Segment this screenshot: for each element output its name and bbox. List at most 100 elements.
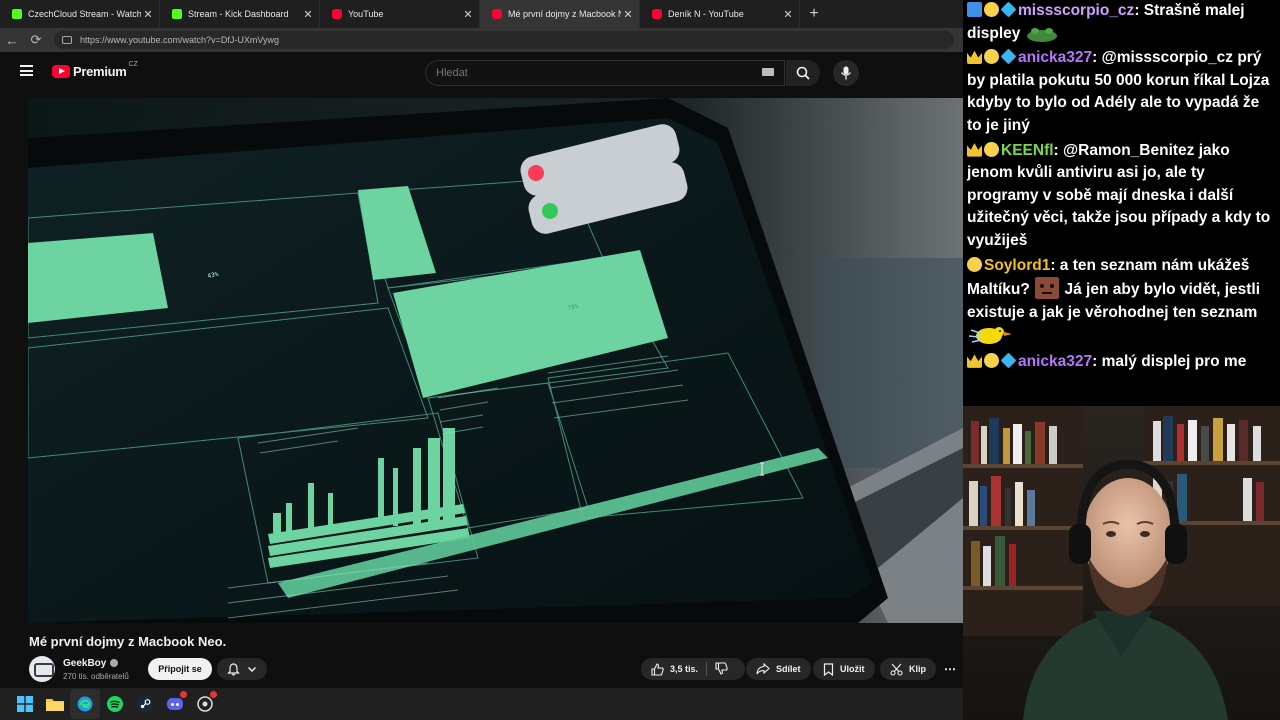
discord-icon — [167, 698, 183, 710]
windows-icon — [17, 696, 33, 712]
bell-icon — [226, 662, 240, 676]
thumbs-up-icon — [651, 662, 664, 676]
share-label: Sdílet — [776, 664, 801, 674]
notification-badge-icon — [180, 691, 187, 698]
face-emote-icon — [1035, 277, 1060, 300]
crown-badge-icon — [967, 50, 982, 65]
bookmark-icon — [823, 662, 834, 676]
save-label: Uložit — [840, 664, 865, 674]
channel-name[interactable]: GeekBoy — [63, 658, 119, 669]
chat-username: anicka327 — [1018, 352, 1093, 370]
bits-badge-icon — [984, 49, 999, 65]
bits-badge-icon — [984, 2, 999, 17]
taskbar-file-explorer[interactable] — [40, 689, 70, 719]
close-icon[interactable]: ✕ — [621, 8, 635, 21]
search-input[interactable] — [436, 67, 736, 79]
chat-colon: : — [1092, 352, 1102, 370]
tab-denik-n[interactable]: Deník N - YouTube ✕ — [640, 0, 800, 28]
site-info-icon[interactable] — [62, 36, 72, 44]
chat-colon: : — [1134, 2, 1144, 19]
chat-text: malý displej pro me — [1101, 352, 1247, 370]
youtube-icon — [652, 9, 662, 19]
back-arrow-icon[interactable]: ← — [0, 33, 24, 48]
reload-icon[interactable]: ⟳ — [24, 32, 48, 48]
webcam-image — [963, 406, 1280, 720]
url-text: https://www.youtube.com/watch?v=DfJ-UXmV… — [80, 35, 279, 45]
tab-youtube[interactable]: YouTube ✕ — [320, 0, 480, 28]
dislike-button[interactable] — [715, 661, 728, 677]
chat-message: KEENfl: @Ramon_Benitez jako jenom kvůli … — [967, 140, 1276, 253]
save-button[interactable]: Uložit — [813, 658, 875, 680]
chat-text: @missscorpio_cz prý by platila pokutu 50… — [967, 49, 1270, 134]
search-icon — [796, 66, 810, 80]
chat-message: Soylord1: a ten seznam nám ukážeš Maltík… — [967, 255, 1276, 349]
share-icon — [756, 663, 770, 675]
share-button[interactable]: Sdílet — [746, 658, 811, 680]
like-button[interactable]: 3,5 tis. — [651, 662, 698, 676]
cube-badge-icon — [1000, 352, 1017, 369]
chevron-down-icon — [248, 667, 257, 672]
youtube-icon — [332, 9, 342, 19]
chat-message: anicka327: malý displej pro me — [967, 351, 1276, 374]
search-box[interactable] — [425, 60, 785, 86]
microphone-icon — [840, 66, 852, 80]
chat-username: anicka327 — [1018, 49, 1093, 67]
chat-colon: : — [1050, 256, 1060, 274]
tab-macbook-video[interactable]: Mé první dojmy z Macbook Neo.✕ — [480, 0, 640, 28]
youtube-logo[interactable]: Premium CZ — [52, 61, 138, 79]
spotify-icon — [107, 696, 123, 712]
tab-title: Stream - Kick Dashboard — [188, 9, 289, 19]
chat-message: anicka327: @missscorpio_cz prý by platil… — [967, 47, 1276, 137]
join-button[interactable]: Připojit se — [148, 658, 212, 680]
video-title: Mé první dojmy z Macbook Neo. — [29, 634, 227, 649]
kick-icon — [12, 9, 22, 19]
keyboard-icon[interactable] — [762, 68, 774, 76]
youtube-header: Premium CZ — [0, 52, 963, 92]
channel-avatar[interactable] — [29, 656, 55, 682]
clip-label: Klip — [909, 664, 926, 674]
chat-colon: : — [1053, 141, 1064, 159]
chat-overlay: missscorpio_cz: Strašně malej displey an… — [963, 0, 1280, 406]
app-icon — [197, 696, 213, 712]
folder-icon — [46, 699, 64, 711]
new-tab-button[interactable]: + — [800, 0, 828, 28]
taskbar-edge[interactable] — [70, 689, 100, 719]
address-bar-row: ← ⟳ https://www.youtube.com/watch?v=DfJ-… — [0, 28, 963, 52]
menu-icon[interactable] — [20, 65, 33, 76]
bits-badge-icon — [967, 256, 982, 272]
taskbar — [0, 688, 963, 720]
like-dislike-group: 3,5 tis. — [641, 658, 745, 680]
logo-text: Premium — [73, 64, 127, 79]
bits-badge-icon — [984, 141, 999, 157]
taskbar-steam[interactable] — [130, 689, 160, 719]
more-actions-button[interactable]: ⋯ — [939, 658, 961, 680]
video-player[interactable]: 43% 79% — [28, 98, 963, 623]
taskbar-app[interactable] — [190, 689, 220, 719]
country-code: CZ — [128, 61, 138, 68]
tab-title: YouTube — [348, 9, 384, 19]
taskbar-discord[interactable] — [160, 689, 190, 719]
search-button[interactable] — [786, 60, 820, 86]
close-icon[interactable]: ✕ — [301, 8, 315, 21]
clip-button[interactable]: Klip — [880, 658, 936, 680]
close-icon[interactable]: ✕ — [781, 8, 795, 21]
browser-window: CzechCloud Stream - Watch Live o✕ Stream… — [0, 0, 963, 688]
pin-badge-icon — [967, 2, 982, 17]
chat-message: missscorpio_cz: Strašně malej displey — [967, 0, 1276, 45]
taskbar-spotify[interactable] — [100, 689, 130, 719]
crown-badge-icon — [967, 143, 982, 157]
close-icon[interactable]: ✕ — [141, 8, 155, 21]
thumbs-down-icon — [715, 661, 728, 675]
notifications-button[interactable] — [217, 658, 267, 680]
youtube-icon — [492, 9, 502, 19]
crown-badge-icon — [967, 354, 982, 368]
url-field[interactable]: https://www.youtube.com/watch?v=DfJ-UXmV… — [54, 31, 954, 49]
voice-search-button[interactable] — [833, 60, 859, 86]
close-icon[interactable]: ✕ — [461, 8, 475, 21]
tab-kick-dashboard[interactable]: Stream - Kick Dashboard ✕ — [160, 0, 320, 28]
edge-icon — [77, 696, 93, 712]
frog-emote-icon — [1026, 27, 1057, 42]
windows-start-button[interactable] — [10, 689, 40, 719]
tab-strip: CzechCloud Stream - Watch Live o✕ Stream… — [0, 0, 963, 28]
tab-czechcloud[interactable]: CzechCloud Stream - Watch Live o✕ — [0, 0, 160, 28]
